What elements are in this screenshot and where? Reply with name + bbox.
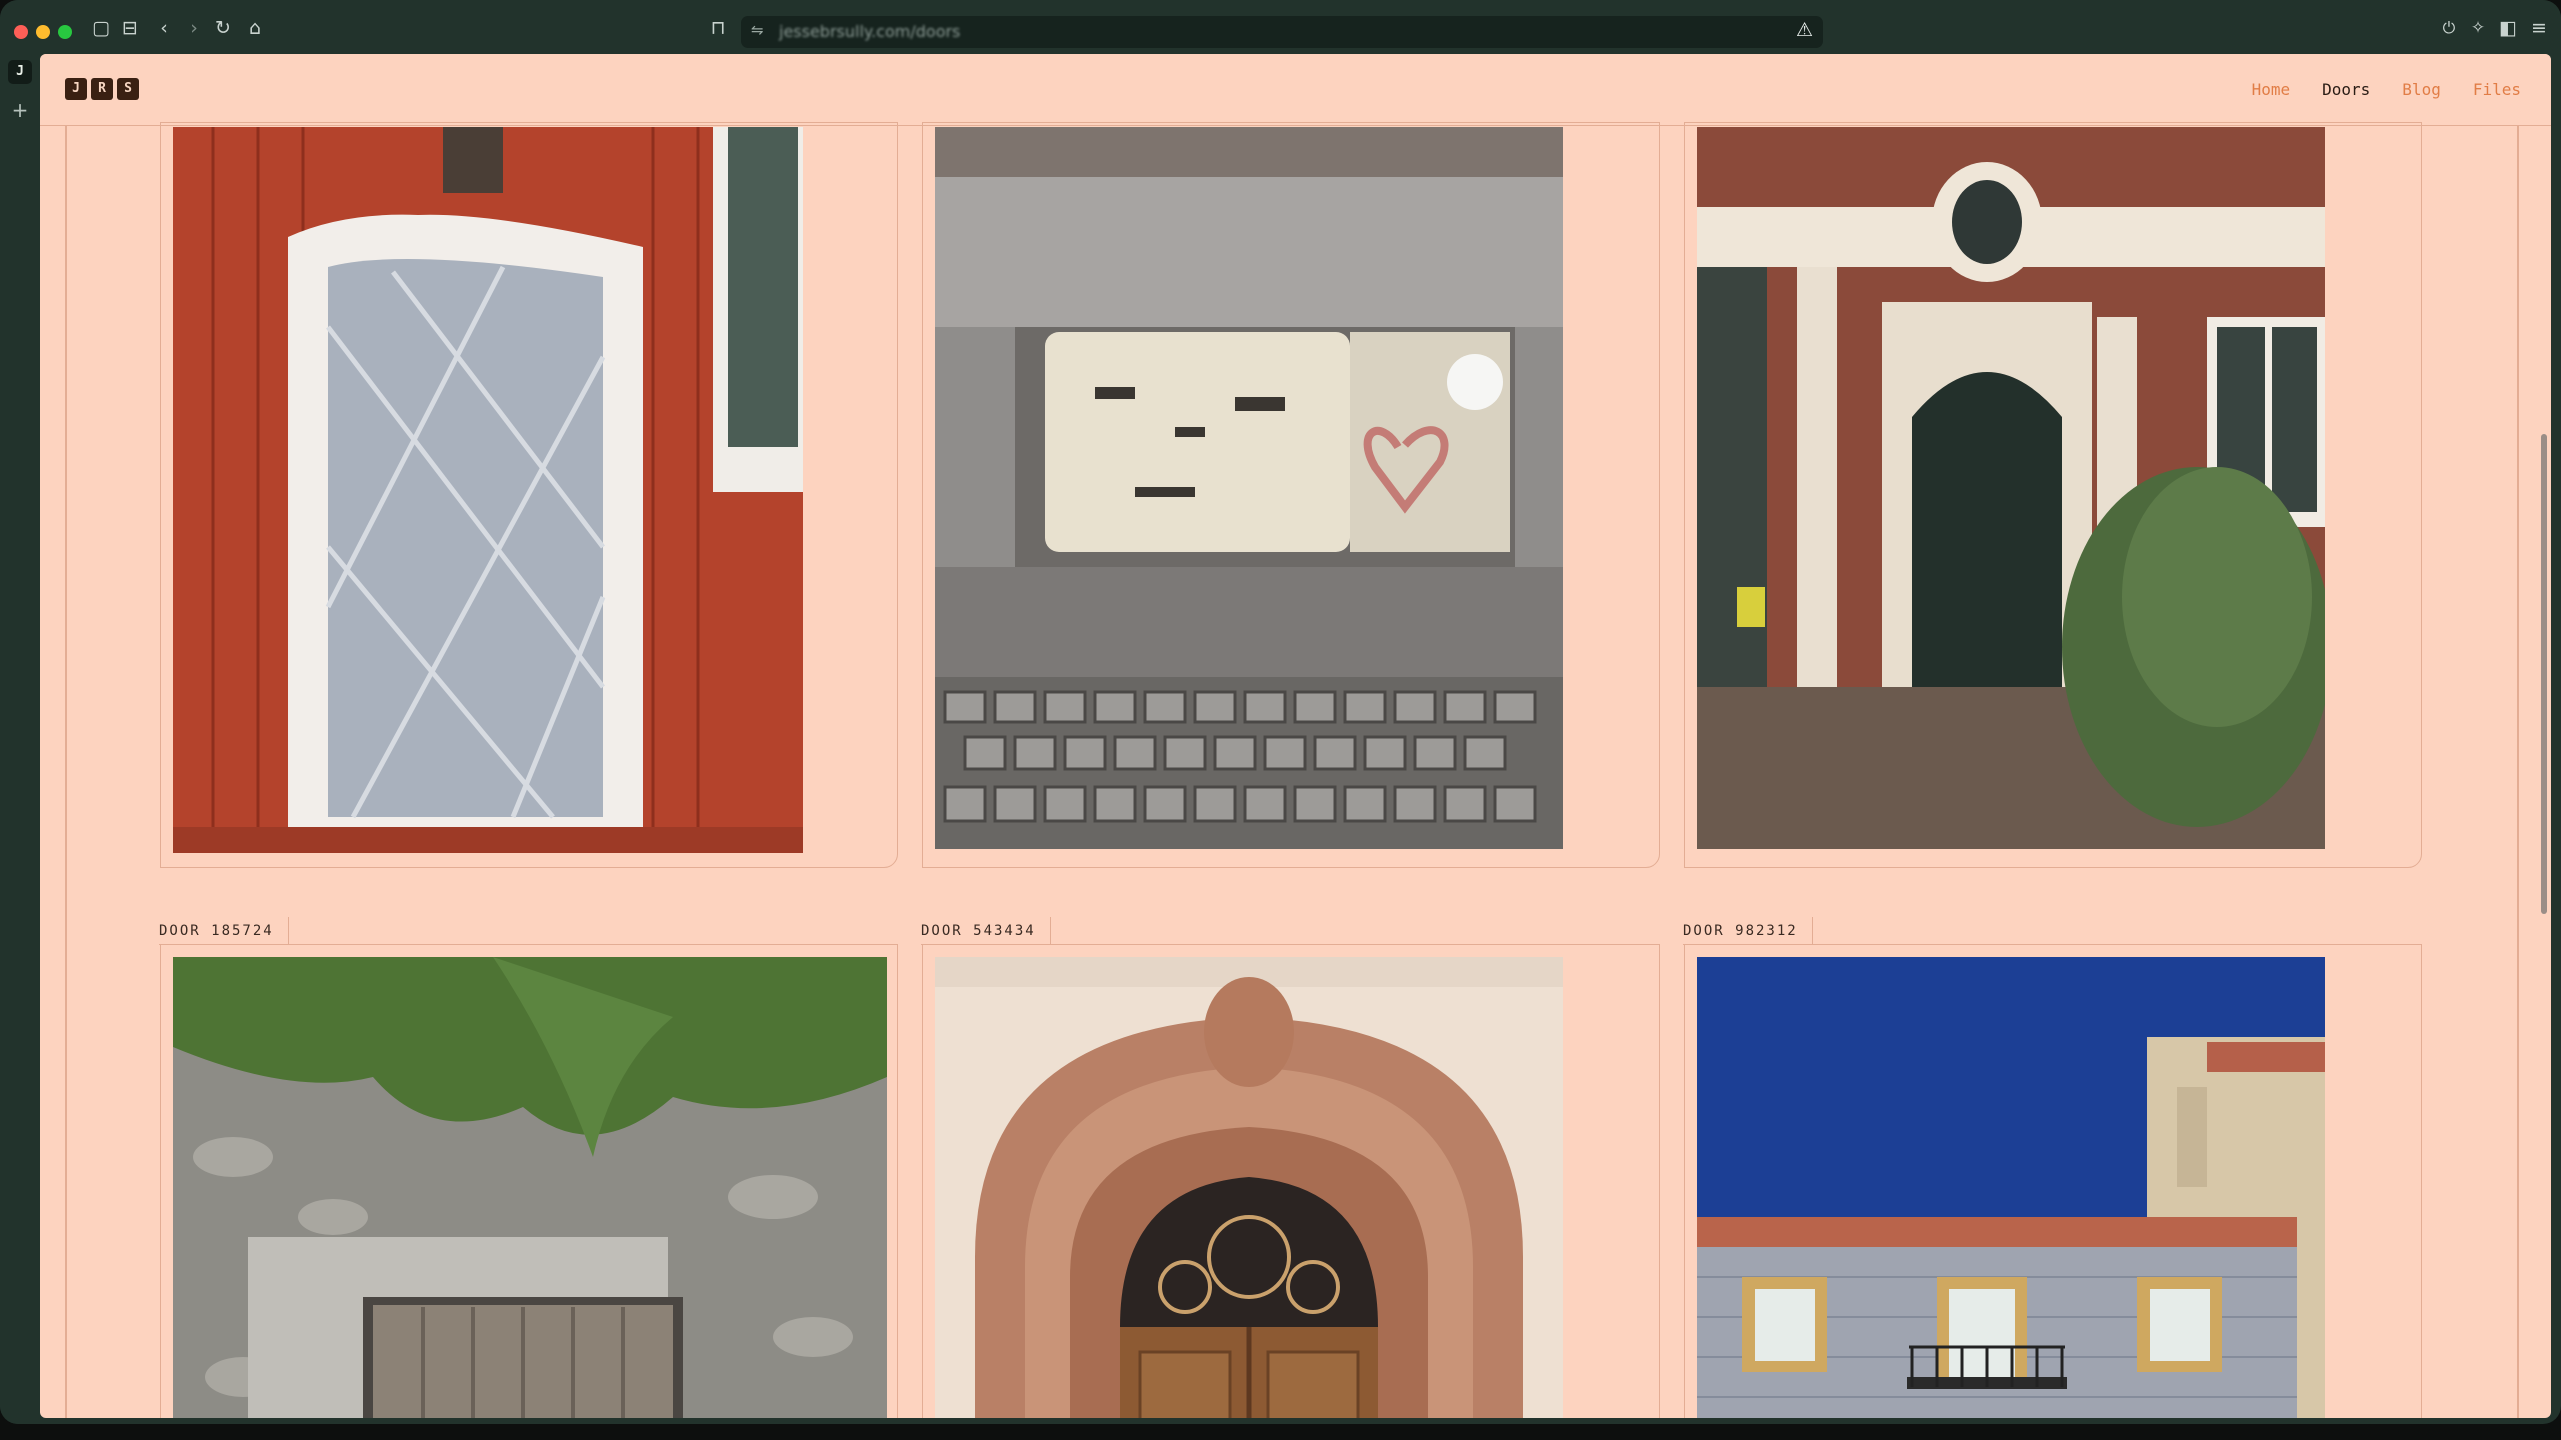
door-photo-red-wall[interactable] [173,127,803,853]
door-photo-brick-arch[interactable] [1697,127,2325,849]
door-card-543434[interactable]: DOOR 543434 [921,917,1660,1418]
logo-letter-s: S [117,78,139,100]
power-icon[interactable]: ⏻ [2437,16,2461,40]
menu-icon[interactable]: ≡ [2527,16,2551,40]
spaces-strip: J + [0,54,40,1424]
warning-icon[interactable]: ⚠ [1796,19,1813,41]
door-card-982312[interactable]: DOOR 982312 [1683,917,2422,1418]
logo-letter-r: R [91,78,113,100]
home-icon[interactable]: ⌂ [243,16,267,40]
bookmark-icon[interactable]: ⊓ [706,16,730,40]
browser-window: ▢ ⊟ ‹ › ↻ ⌂ ⊓ ⇋ jessebrsully.com/doors ⚠… [0,0,2561,1424]
browser-toolbar: ▢ ⊟ ‹ › ↻ ⌂ ⊓ ⇋ jessebrsully.com/doors ⚠… [0,0,2561,54]
split-view-icon[interactable]: ◧ [2496,16,2520,40]
tab-overview-icon[interactable]: ⊟ [118,16,142,40]
door-photo-basement-hatch[interactable] [935,127,1563,849]
logo-letter-j: J [65,78,87,100]
door-photo-tiled-facade[interactable] [1697,957,2325,1418]
zoom-window-button[interactable] [58,25,72,39]
nav-files[interactable]: Files [2473,80,2521,99]
minimize-window-button[interactable] [36,25,50,39]
door-photo-sandstone-arch[interactable] [935,957,1563,1418]
main-nav: Home Doors Blog Files [2252,80,2521,99]
door-card[interactable] [160,122,898,868]
door-photo-stone-wall[interactable] [173,957,887,1418]
nav-blog[interactable]: Blog [2402,80,2441,99]
space-badge[interactable]: J [8,60,32,84]
doors-gallery: DOOR 185724 DOOR 543434 DOOR 982312 [40,122,2551,1418]
add-space-button[interactable]: + [9,98,31,122]
door-label: DOOR 543434 [921,917,1051,945]
reload-icon[interactable]: ↻ [211,16,235,40]
door-label: DOOR 185724 [159,917,289,945]
forward-arrow-icon[interactable]: › [182,16,206,40]
site-logo[interactable]: J R S [65,78,139,100]
page-viewport: J R S Home Doors Blog Files DOOR 185724 … [40,54,2551,1418]
door-card[interactable] [922,122,1660,868]
door-card[interactable] [1684,122,2422,868]
door-card-185724[interactable]: DOOR 185724 [159,917,898,1418]
nav-home[interactable]: Home [2252,80,2291,99]
frame-border-right [2517,126,2519,1418]
address-bar[interactable]: ⇋ jessebrsully.com/doors ⚠ [741,16,1823,48]
door-label: DOOR 982312 [1683,917,1813,945]
nav-doors[interactable]: Doors [2322,80,2370,99]
site-header: J R S Home Doors Blog Files [40,54,2551,126]
sidebar-toggle-icon[interactable]: ▢ [89,16,113,40]
frame-border-left [65,126,67,1418]
extensions-icon[interactable]: ✧ [2466,16,2490,40]
back-arrow-icon[interactable]: ‹ [152,16,176,40]
close-window-button[interactable] [14,25,28,39]
url-text: jessebrsully.com/doors [779,22,961,41]
page-scrollbar[interactable] [2541,434,2547,914]
site-settings-icon[interactable]: ⇋ [751,21,764,39]
